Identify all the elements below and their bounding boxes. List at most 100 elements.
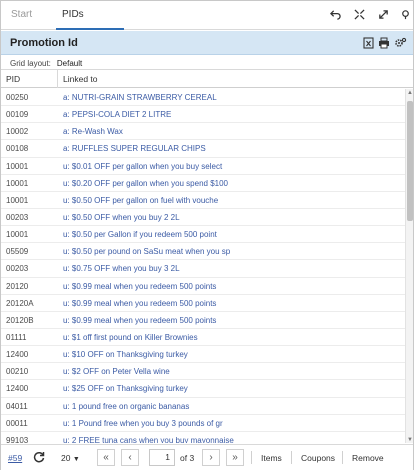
cell-linked-to[interactable]: u: $0.99 meal when you redeem 500 points <box>63 299 403 308</box>
pin-icon[interactable] <box>399 9 411 21</box>
scroll-down-icon[interactable]: ▼ <box>407 437 413 443</box>
cell-linked-to[interactable]: u: $0.99 meal when you redeem 500 points <box>63 282 403 291</box>
divider <box>342 451 343 464</box>
cell-pid: 12400 <box>6 384 29 394</box>
items-button[interactable]: Items <box>261 453 282 463</box>
cell-pid: 00203 <box>6 264 29 274</box>
current-page-input[interactable]: 1 <box>149 449 175 466</box>
table-row[interactable]: 20120B u: $0.99 meal when you redeem 500 … <box>1 312 405 329</box>
table-row[interactable]: 00210 u: $2 OFF on Peter Vella wine <box>1 363 405 381</box>
cell-pid: 20120B <box>6 315 34 325</box>
table-row[interactable]: 01111 u: $1 off first pound on Killer Bro… <box>1 329 405 347</box>
cell-linked-to[interactable]: u: $0.99 meal when you redeem 500 points <box>63 316 403 325</box>
pids-window: Start PIDs Promotion Id Grid layout: Defa… <box>0 0 414 470</box>
table-row[interactable]: 99103 u: 2 FREE tuna cans when you buy ma… <box>1 432 405 443</box>
grid-layout-line: Grid layout: Default <box>10 59 82 68</box>
remove-button[interactable]: Remove <box>352 453 384 463</box>
double-chevron-right-icon: » <box>232 452 238 463</box>
divider <box>251 451 252 464</box>
table-row[interactable]: 20120A u: $0.99 meal when you redeem 500 … <box>1 295 405 312</box>
cell-linked-to[interactable]: u: $10 OFF on Thanksgiving turkey <box>63 350 403 359</box>
cell-linked-to[interactable]: u: $0.75 OFF when you buy 3 2L <box>63 264 403 273</box>
grid-layout-label: Grid layout: <box>10 59 51 68</box>
page-size-select[interactable]: 20 ▼ <box>61 453 80 463</box>
record-count[interactable]: #59 <box>8 453 22 463</box>
print-icon[interactable] <box>378 37 390 49</box>
excel-export-icon[interactable] <box>362 37 374 49</box>
table-row[interactable]: 00250 a: NUTRI-GRAIN STRAWBERRY CEREAL <box>1 89 405 107</box>
cell-linked-to[interactable]: u: $0.50 per Gallon if you redeem 500 po… <box>63 230 403 239</box>
first-page-button[interactable]: « <box>97 449 115 466</box>
divider <box>291 451 292 464</box>
table-row[interactable]: 04011 u: 1 pound free on organic bananas <box>1 398 405 415</box>
last-page-button[interactable]: » <box>226 449 244 466</box>
previous-page-button[interactable]: ‹ <box>121 449 139 466</box>
chevron-down-icon: ▼ <box>72 456 80 463</box>
table-row[interactable]: 20120 u: $0.99 meal when you redeem 500 p… <box>1 278 405 295</box>
chevron-left-icon: ‹ <box>128 452 132 463</box>
cell-pid: 10001 <box>6 195 29 205</box>
expand-icon[interactable] <box>377 9 389 21</box>
table-row[interactable]: 12400 u: $10 OFF on Thanksgiving turkey <box>1 346 405 364</box>
table-row[interactable]: 00203 u: $0.50 OFF when you buy 2 2L <box>1 209 405 227</box>
table-row[interactable]: 00109 a: PEPSI-COLA DIET 2 LITRE <box>1 106 405 124</box>
cell-linked-to[interactable]: u: 2 FREE tuna cans when you buy mayonna… <box>63 436 403 443</box>
cell-pid: 12400 <box>6 350 29 360</box>
active-tab-indicator <box>56 28 124 30</box>
column-header-linked[interactable]: Linked to <box>63 74 98 84</box>
title-bar: Promotion Id <box>1 31 413 55</box>
table-row[interactable]: 00108 a: RUFFLES SUPER REGULAR CHIPS <box>1 140 405 158</box>
table-row[interactable]: 00203 u: $0.75 OFF when you buy 3 2L <box>1 260 405 278</box>
cell-linked-to[interactable]: u: 1 pound free on organic bananas <box>63 402 403 411</box>
cell-linked-to[interactable]: u: $0.01 OFF per gallon when you buy sel… <box>63 162 403 171</box>
pager-footer: #59 20 ▼ « ‹ 1 of 3 › » Items Coupons Re… <box>1 444 413 470</box>
table-row[interactable]: 10001 u: $0.20 OFF per gallon when you sp… <box>1 175 405 192</box>
cell-linked-to[interactable]: u: $0.50 OFF when you buy 2 2L <box>63 213 403 222</box>
cell-linked-to[interactable]: u: $2 OFF on Peter Vella wine <box>63 367 403 376</box>
cell-pid: 00011 <box>6 418 28 428</box>
coupons-button[interactable]: Coupons <box>301 453 335 463</box>
scrollbar-thumb[interactable] <box>407 101 413 221</box>
cell-pid: 00108 <box>6 144 29 154</box>
tab-pids[interactable]: PIDs <box>62 9 84 20</box>
cell-linked-to[interactable]: u: $1 off first pound on Killer Brownies <box>63 333 403 342</box>
cell-linked-to[interactable]: a: NUTRI-GRAIN STRAWBERRY CEREAL <box>63 93 403 102</box>
cell-linked-to[interactable]: u: $0.20 OFF per gallon when you spend $… <box>63 179 403 188</box>
column-separator[interactable] <box>57 70 58 88</box>
collapse-icon[interactable] <box>353 9 365 21</box>
tab-start[interactable]: Start <box>11 9 32 20</box>
cell-pid: 00203 <box>6 212 29 222</box>
table-row[interactable]: 10001 u: $0.01 OFF per gallon when you bu… <box>1 158 405 175</box>
cell-linked-to[interactable]: u: $0.50 OFF per gallon on fuel with vou… <box>63 196 403 205</box>
cell-linked-to[interactable]: u: 1 Pound free when you buy 3 pounds of… <box>63 419 403 428</box>
cell-linked-to[interactable]: u: $0.50 per pound on SaSu meat when you… <box>63 247 403 256</box>
next-page-button[interactable]: › <box>202 449 220 466</box>
cell-pid: 99103 <box>6 435 29 443</box>
cell-pid: 00109 <box>6 110 29 120</box>
double-chevron-left-icon: « <box>103 452 109 463</box>
cell-pid: 01111 <box>6 332 27 342</box>
table-row[interactable]: 10002 a: Re-Wash Wax <box>1 123 405 141</box>
cell-linked-to[interactable]: a: Re-Wash Wax <box>63 127 403 136</box>
refresh-icon[interactable] <box>33 451 45 465</box>
undo-icon[interactable] <box>329 9 341 21</box>
cell-linked-to[interactable]: a: RUFFLES SUPER REGULAR CHIPS <box>63 144 403 153</box>
page-size-value: 20 <box>61 453 71 463</box>
cell-pid: 20120 <box>6 281 29 291</box>
column-header-pid[interactable]: PID <box>6 74 20 84</box>
table-row[interactable]: 05509 u: $0.50 per pound on SaSu meat whe… <box>1 243 405 261</box>
table-row[interactable]: 10001 u: $0.50 OFF per gallon on fuel wit… <box>1 192 405 209</box>
table-row[interactable]: 10001 u: $0.50 per Gallon if you redeem 5… <box>1 226 405 244</box>
table-row[interactable]: 12400 u: $25 OFF on Thanksgiving turkey <box>1 380 405 398</box>
settings-icon[interactable] <box>394 37 407 49</box>
scroll-up-icon[interactable]: ▲ <box>407 90 413 96</box>
pid-table: PID Linked to 00250 a: NUTRI-GRAIN STRAWB… <box>1 69 413 443</box>
table-row[interactable]: 00011 u: 1 Pound free when you buy 3 poun… <box>1 415 405 432</box>
cell-linked-to[interactable]: u: $25 OFF on Thanksgiving turkey <box>63 384 403 393</box>
table-header: PID Linked to <box>1 70 413 88</box>
vertical-scrollbar[interactable]: ▲ ▼ <box>405 89 413 443</box>
cell-pid: 04011 <box>6 401 28 411</box>
cell-pid: 10002 <box>6 127 29 137</box>
cell-linked-to[interactable]: a: PEPSI-COLA DIET 2 LITRE <box>63 110 403 119</box>
grid-layout-value[interactable]: Default <box>57 59 82 68</box>
